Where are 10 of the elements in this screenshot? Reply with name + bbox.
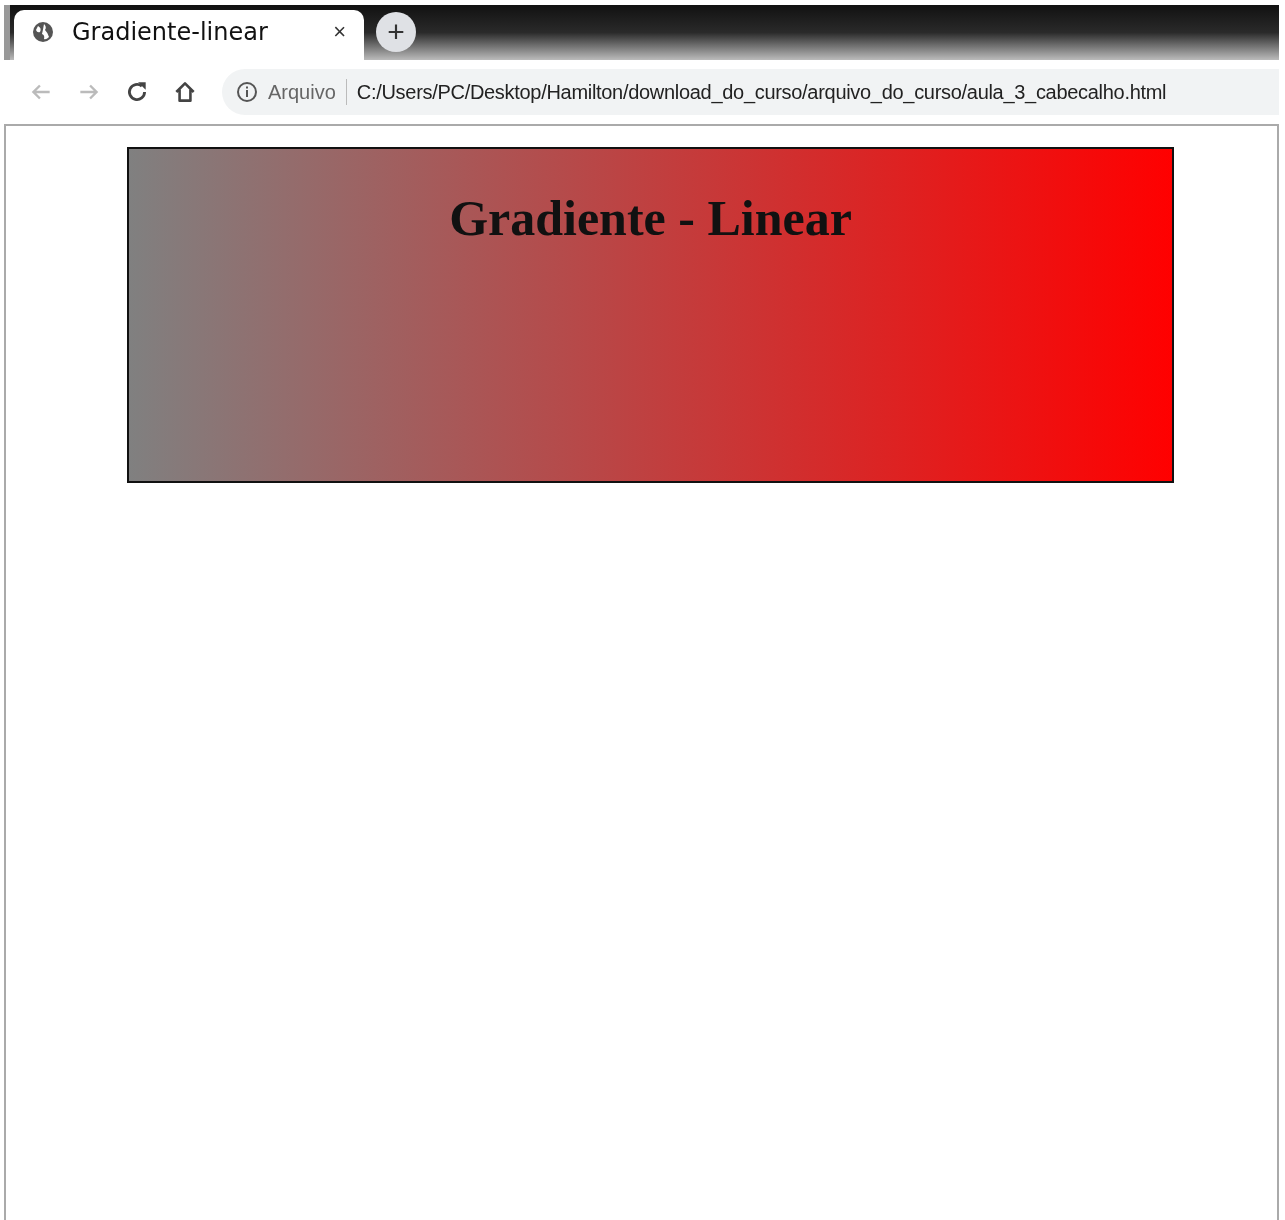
globe-icon — [32, 21, 54, 43]
close-tab-button[interactable]: × — [329, 19, 350, 45]
browser-tab[interactable]: Gradiente-linear × — [14, 10, 364, 60]
address-bar[interactable]: Arquivo C:/Users/PC/Desktop/Hamilton/download_do_curso/arquivo_do_curso/aula_3_cabecalho.html — [222, 69, 1279, 115]
tab-title: Gradiente-linear — [72, 18, 269, 46]
security-label: Arquivo — [268, 80, 336, 104]
url-text: C:/Users/PC/Desktop/Hamilton/download_do_curso/arquivo_do_curso/aula_3_cabecalho.html — [356, 80, 1167, 104]
info-icon[interactable] — [236, 81, 258, 103]
page-heading: Gradiente - Linear — [449, 189, 852, 247]
new-tab-button[interactable]: + — [376, 12, 416, 52]
